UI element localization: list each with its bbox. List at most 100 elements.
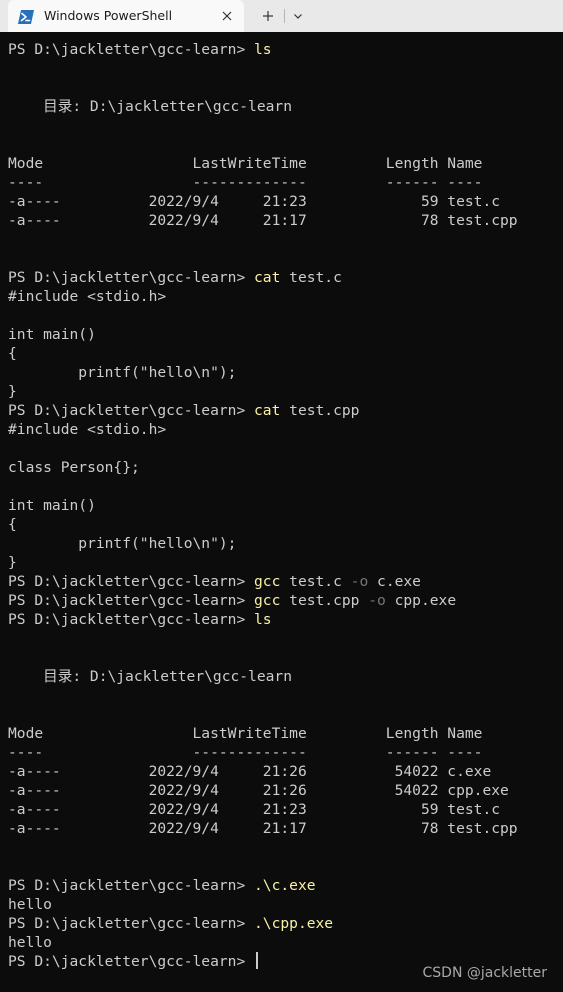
terminal-line: -a---- 2022/9/4 21:17 78 test.cpp bbox=[8, 819, 563, 838]
terminal-line: int main() bbox=[8, 325, 563, 344]
terminal-line: Mode LastWriteTime Length Name bbox=[8, 154, 563, 173]
output-text: #include <stdio.h> bbox=[8, 421, 167, 438]
terminal-line: PS D:\jackletter\gcc-learn> cat test.c bbox=[8, 268, 563, 287]
tab-windows-powershell[interactable]: Windows PowerShell bbox=[8, 0, 244, 32]
command-text: cat bbox=[254, 402, 281, 419]
parameter-text: -o bbox=[350, 573, 369, 590]
output-text: -a---- 2022/9/4 21:23 59 test.c bbox=[8, 193, 501, 210]
output-text: int main() bbox=[8, 497, 96, 514]
terminal-line: #include <stdio.h> bbox=[8, 287, 563, 306]
terminal-line: hello bbox=[8, 933, 563, 952]
output-text: { bbox=[8, 345, 17, 362]
watermark: CSDN @jackletter bbox=[422, 965, 548, 981]
dropdown-button[interactable] bbox=[290, 8, 306, 24]
terminal-window: Windows PowerShell PS D:\jackletter\gcc-… bbox=[0, 0, 563, 992]
output-text: -a---- 2022/9/4 21:23 59 test.c bbox=[8, 801, 501, 818]
command-text: gcc bbox=[254, 573, 281, 590]
command-text: ls bbox=[254, 41, 272, 58]
terminal-line: printf("hello\n"); bbox=[8, 363, 563, 382]
terminal-line: #include <stdio.h> bbox=[8, 420, 563, 439]
output-text: PS D:\jackletter\gcc-learn> bbox=[8, 953, 255, 970]
output-text: { bbox=[8, 516, 17, 533]
terminal-line: printf("hello\n"); bbox=[8, 534, 563, 553]
terminal-line: -a---- 2022/9/4 21:17 78 test.cpp bbox=[8, 211, 563, 230]
command-text: .\cpp.exe bbox=[254, 915, 334, 932]
output-text: printf("hello\n"); bbox=[8, 364, 237, 381]
terminal-line: -a---- 2022/9/4 21:26 54022 c.exe bbox=[8, 762, 563, 781]
terminal-line: PS D:\jackletter\gcc-learn> ls bbox=[8, 610, 563, 629]
terminal-line: Mode LastWriteTime Length Name bbox=[8, 724, 563, 743]
output-text: } bbox=[8, 554, 17, 571]
output-text: #include <stdio.h> bbox=[8, 288, 167, 305]
output-text: c.exe bbox=[368, 573, 421, 590]
output-text: -a---- 2022/9/4 21:26 54022 cpp.exe bbox=[8, 782, 509, 799]
terminal-line: PS D:\jackletter\gcc-learn> cat test.cpp bbox=[8, 401, 563, 420]
terminal-line: class Person{}; bbox=[8, 458, 563, 477]
terminal-line: } bbox=[8, 553, 563, 572]
output-text: PS D:\jackletter\gcc-learn> bbox=[8, 915, 255, 932]
terminal-line: { bbox=[8, 515, 563, 534]
terminal-line: PS D:\jackletter\gcc-learn> .\c.exe bbox=[8, 876, 563, 895]
terminal-line: ---- ------------- ------ ---- bbox=[8, 173, 563, 192]
output-text: PS D:\jackletter\gcc-learn> bbox=[8, 41, 255, 58]
terminal-line: 目录: D:\jackletter\gcc-learn bbox=[8, 97, 563, 116]
output-text: PS D:\jackletter\gcc-learn> bbox=[8, 573, 255, 590]
terminal-line: PS D:\jackletter\gcc-learn> gcc test.c -… bbox=[8, 572, 563, 591]
output-text: test.cpp bbox=[280, 592, 369, 609]
output-text: PS D:\jackletter\gcc-learn> bbox=[8, 402, 255, 419]
output-text: -a---- 2022/9/4 21:17 78 test.cpp bbox=[8, 820, 518, 837]
terminal-line: -a---- 2022/9/4 21:26 54022 cpp.exe bbox=[8, 781, 563, 800]
terminal-line: hello bbox=[8, 895, 563, 914]
text-cursor bbox=[256, 952, 259, 969]
command-text: .\c.exe bbox=[254, 877, 316, 894]
parameter-text: -o bbox=[368, 592, 386, 609]
output-text: PS D:\jackletter\gcc-learn> bbox=[8, 269, 255, 286]
plus-icon bbox=[263, 11, 273, 21]
powershell-icon bbox=[18, 9, 34, 24]
command-text: cat bbox=[254, 269, 281, 286]
new-tab-button[interactable] bbox=[260, 8, 276, 24]
terminal-line: -a---- 2022/9/4 21:23 59 test.c bbox=[8, 192, 563, 211]
output-text: ---- ------------- ------ ---- bbox=[8, 174, 483, 191]
output-text: class Person{}; bbox=[8, 459, 140, 476]
tab-title: Windows PowerShell bbox=[44, 8, 173, 23]
output-text: PS D:\jackletter\gcc-learn> bbox=[8, 877, 255, 894]
terminal-line: PS D:\jackletter\gcc-learn> ls bbox=[8, 40, 563, 59]
output-text: 目录: D:\jackletter\gcc-learn bbox=[8, 668, 292, 685]
output-text: int main() bbox=[8, 326, 96, 343]
terminal-output[interactable]: PS D:\jackletter\gcc-learn> ls 目录: D:\ja… bbox=[0, 40, 563, 992]
title-bar: Windows PowerShell bbox=[0, 0, 563, 32]
output-text: cpp.exe bbox=[385, 592, 457, 609]
terminal-line: { bbox=[8, 344, 563, 363]
output-text: 目录: D:\jackletter\gcc-learn bbox=[8, 98, 292, 115]
terminal-line: 目录: D:\jackletter\gcc-learn bbox=[8, 667, 563, 686]
output-text: PS D:\jackletter\gcc-learn> bbox=[8, 611, 255, 628]
output-text: hello bbox=[8, 896, 52, 913]
output-text: Mode LastWriteTime Length Name bbox=[8, 725, 483, 742]
output-text: test.c bbox=[280, 573, 351, 590]
chevron-down-icon bbox=[294, 14, 302, 19]
command-text: gcc bbox=[254, 592, 281, 609]
output-text: printf("hello\n"); bbox=[8, 535, 237, 552]
output-text: -a---- 2022/9/4 21:17 78 test.cpp bbox=[8, 212, 518, 229]
close-icon[interactable] bbox=[219, 8, 235, 24]
output-text: test.c bbox=[280, 269, 342, 286]
terminal-line: -a---- 2022/9/4 21:23 59 test.c bbox=[8, 800, 563, 819]
terminal-line: PS D:\jackletter\gcc-learn> gcc test.cpp… bbox=[8, 591, 563, 610]
output-text: PS D:\jackletter\gcc-learn> bbox=[8, 592, 255, 609]
output-text: ---- ------------- ------ ---- bbox=[8, 744, 483, 761]
output-text: hello bbox=[8, 934, 52, 951]
